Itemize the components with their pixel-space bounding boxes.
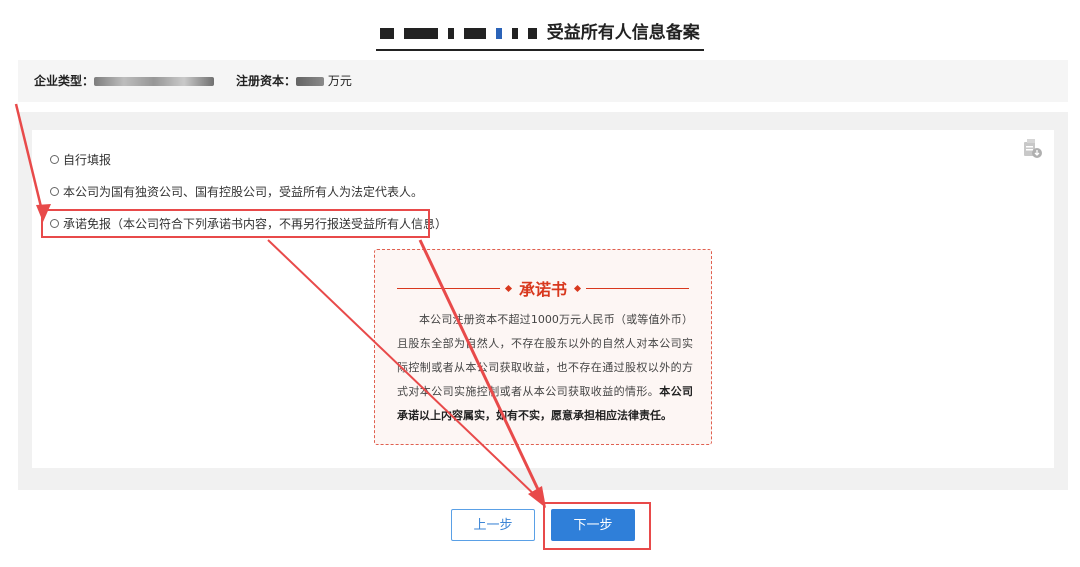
redacted-company-name-3 xyxy=(448,27,455,39)
promise-body-text: 本公司注册资本不超过1000万元人民币（或等值外币）且股东全部为自然人，不存在股… xyxy=(397,313,693,398)
page-title: 受益所有人信息备案 xyxy=(376,18,704,51)
redacted-company-name-7 xyxy=(527,27,537,39)
heading-line-left xyxy=(397,287,500,289)
registered-capital-value-redacted xyxy=(296,77,325,86)
registered-capital-unit: 万元 xyxy=(327,74,352,88)
option-promise-exempt[interactable]: 承诺免报（本公司符合下列承诺书内容，不再另行报送受益所有人信息） xyxy=(50,215,447,232)
diamond-icon xyxy=(573,284,582,292)
document-download-icon[interactable] xyxy=(1021,137,1043,159)
page-title-wrap: 受益所有人信息备案 xyxy=(0,18,1080,51)
company-type: 企业类型： xyxy=(34,60,215,102)
radio-promise-exempt[interactable] xyxy=(50,219,59,228)
registered-capital: 注册资本： 万元 xyxy=(236,60,352,102)
company-info-bar: 企业类型： 注册资本： 万元 xyxy=(18,60,1068,102)
redacted-company-name-2 xyxy=(404,27,439,39)
radio-self-fill[interactable] xyxy=(50,155,59,164)
redacted-company-name-1 xyxy=(380,27,395,39)
company-type-value-redacted xyxy=(94,77,215,86)
promise-body: 本公司注册资本不超过1000万元人民币（或等值外币）且股东全部为自然人，不存在股… xyxy=(397,308,693,428)
redacted-company-name-6 xyxy=(511,27,518,39)
option-self-fill-label: 自行填报 xyxy=(63,153,112,167)
registered-capital-label: 注册资本： xyxy=(236,74,297,88)
option-promise-exempt-label: 承诺免报（本公司符合下列承诺书内容，不再另行报送受益所有人信息） xyxy=(63,217,448,231)
option-state-owned[interactable]: 本公司为国有独资公司、国有控股公司，受益所有人为法定代表人。 xyxy=(50,183,423,200)
radio-state-owned[interactable] xyxy=(50,187,59,196)
promise-letter-box: 承诺书 本公司注册资本不超过1000万元人民币（或等值外币）且股东全部为自然人，… xyxy=(374,249,712,445)
diamond-icon xyxy=(504,284,513,292)
prev-step-button[interactable]: 上一步 xyxy=(451,509,535,541)
next-step-button[interactable]: 下一步 xyxy=(551,509,635,541)
heading-line-right xyxy=(586,287,690,289)
promise-heading-text: 承诺书 xyxy=(519,280,568,299)
promise-heading: 承诺书 xyxy=(397,278,690,299)
option-state-owned-label: 本公司为国有独资公司、国有控股公司，受益所有人为法定代表人。 xyxy=(63,185,424,199)
page-title-text: 受益所有人信息备案 xyxy=(546,23,700,43)
company-type-label: 企业类型： xyxy=(34,74,95,88)
redacted-company-name-4 xyxy=(464,27,487,39)
redacted-company-name-5 xyxy=(495,27,502,39)
option-self-fill[interactable]: 自行填报 xyxy=(50,151,111,168)
